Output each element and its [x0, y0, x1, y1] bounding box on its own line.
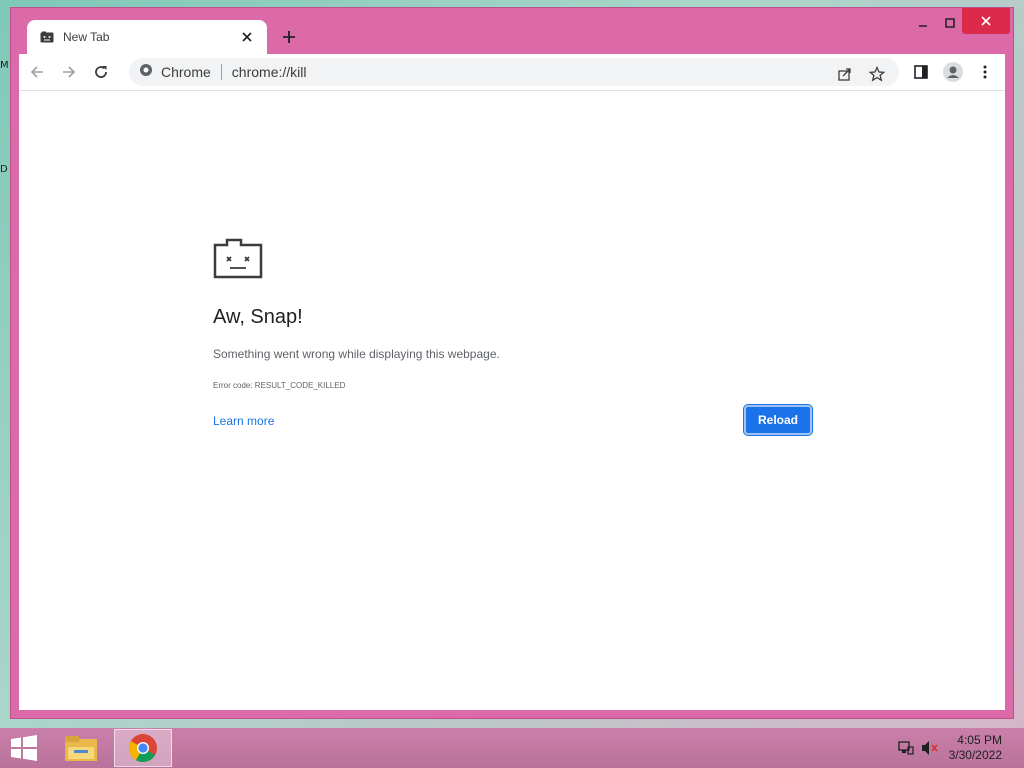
desktop-icon-fragment[interactable]: M: [0, 60, 10, 72]
forward-icon[interactable]: [55, 58, 83, 86]
menu-icon[interactable]: [971, 58, 999, 86]
browser-toolbar: Chrome chrome://kill: [19, 54, 1005, 90]
plus-icon[interactable]: [277, 25, 301, 49]
error-title: Aw, Snap!: [213, 306, 303, 328]
volume-muted-icon[interactable]: [920, 738, 940, 758]
clock-date: 3/30/2022: [948, 748, 1002, 762]
minimize-icon[interactable]: [908, 12, 938, 34]
desktop-icon-label: D: [0, 164, 8, 175]
error-message: Something went wrong while displaying th…: [213, 347, 500, 361]
maximize-icon[interactable]: [935, 12, 965, 34]
chrome-app-icon[interactable]: [114, 729, 172, 767]
close-icon[interactable]: [239, 29, 255, 45]
chrome-icon: [139, 63, 153, 82]
windows-start-icon[interactable]: [8, 734, 40, 762]
sad-tab-icon: [213, 238, 263, 283]
error-container: Aw, Snap! Something went wrong while dis…: [213, 237, 813, 390]
share-icon[interactable]: [831, 60, 859, 88]
page-content: Aw, Snap! Something went wrong while dis…: [19, 90, 1005, 710]
tab-new-tab[interactable]: New Tab: [27, 20, 267, 54]
network-icon[interactable]: [896, 738, 916, 758]
reload-button[interactable]: Reload: [743, 404, 813, 436]
system-clock[interactable]: 4:05 PM 3/30/2022: [949, 733, 1002, 763]
omnibox-separator: [220, 64, 222, 80]
omnibox-url[interactable]: chrome://kill: [232, 64, 307, 80]
window-close-icon[interactable]: [962, 8, 1010, 34]
error-code: Error code: RESULT_CODE_KILLED: [213, 381, 346, 390]
side-panel-icon[interactable]: [907, 58, 935, 86]
profile-icon[interactable]: [939, 58, 967, 86]
tab-title: New Tab: [63, 30, 110, 44]
title-bar: New Tab: [11, 8, 1013, 54]
address-bar[interactable]: Chrome chrome://kill: [129, 58, 899, 86]
learn-more-link[interactable]: Learn more: [213, 414, 274, 428]
clock-time: 4:05 PM: [957, 733, 1002, 747]
omnibox-site-label: Chrome: [161, 64, 211, 80]
reload-icon[interactable]: [87, 58, 115, 86]
taskbar: 4:05 PM 3/30/2022: [0, 728, 1024, 768]
sad-tab-icon: [39, 29, 55, 45]
desktop-icon-fragment[interactable]: D: [0, 164, 10, 176]
star-icon[interactable]: [863, 60, 891, 88]
back-icon[interactable]: [23, 58, 51, 86]
desktop-icon-label: M: [0, 60, 9, 71]
browser-window: New Tab Chrome chrome://kill Aw, Snap! S…: [10, 7, 1014, 719]
file-explorer-icon[interactable]: [52, 729, 110, 767]
